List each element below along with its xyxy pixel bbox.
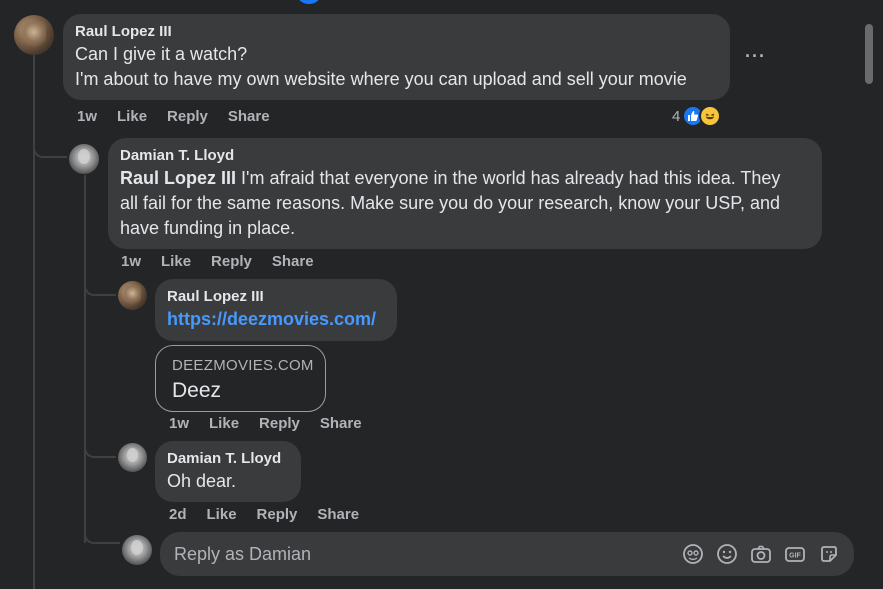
reply-button[interactable]: Reply [211, 253, 252, 270]
avatar[interactable] [118, 443, 147, 472]
share-button[interactable]: Share [272, 253, 314, 270]
comment-bubble: Damian T. Lloyd Oh dear. [155, 441, 301, 502]
reply-button[interactable]: Reply [167, 108, 208, 125]
comment-time[interactable]: 1w [77, 108, 97, 125]
comment-author[interactable]: Raul Lopez III [75, 22, 718, 42]
avatar[interactable] [69, 144, 99, 174]
comment-text: I'm afraid that everyone in the world ha… [236, 168, 781, 188]
comment-text-line: Raul Lopez III I'm afraid that everyone … [120, 166, 810, 191]
current-user-avatar[interactable] [122, 535, 152, 565]
comment-time[interactable]: 1w [169, 415, 189, 432]
scrollbar[interactable] [863, 0, 875, 589]
avatar[interactable] [14, 15, 54, 55]
reaction-summary[interactable]: 4 [672, 105, 722, 127]
comment-text-line: Can I give it a watch? [75, 44, 248, 64]
camera-icon[interactable] [750, 543, 772, 565]
reaction-count: 4 [672, 107, 681, 125]
comment-actions: 1w Like Reply Share [169, 415, 382, 432]
like-button[interactable]: Like [209, 415, 239, 432]
comment-text-line: have funding in place. [120, 218, 296, 238]
reply-button[interactable]: Reply [257, 506, 298, 523]
mention-link[interactable]: Raul Lopez III [120, 168, 236, 188]
scrollbar-thumb[interactable] [865, 24, 873, 84]
comment-author[interactable]: Raul Lopez III [167, 287, 385, 307]
thread-connector [84, 276, 116, 296]
gif-icon[interactable]: GIF [784, 543, 806, 565]
reply-button[interactable]: Reply [259, 415, 300, 432]
avatar[interactable] [118, 281, 147, 310]
comment-text-line: all fail for the same reasons. Make sure… [120, 193, 780, 213]
comment-bubble: Raul Lopez III Can I give it a watch? I'… [63, 14, 730, 100]
svg-text:GIF: GIF [789, 553, 801, 560]
comment-actions: 1w Like Reply Share [77, 108, 290, 125]
reply-input[interactable] [174, 543, 670, 565]
thread-connector [33, 130, 67, 158]
like-button[interactable]: Like [117, 108, 147, 125]
comment-link[interactable]: https://deezmovies.com/ [167, 307, 385, 332]
thread-line [84, 175, 86, 543]
share-button[interactable]: Share [320, 415, 362, 432]
share-button[interactable]: Share [228, 108, 270, 125]
comment-bubble: Damian T. Lloyd Raul Lopez III I'm afrai… [108, 138, 822, 249]
comment-actions: 1w Like Reply Share [121, 253, 334, 270]
link-preview-title: Deez [172, 379, 222, 402]
avatar-sticker-icon[interactable] [682, 543, 704, 565]
comment-bubble: Raul Lopez III https://deezmovies.com/ [155, 279, 397, 341]
comment-author[interactable]: Damian T. Lloyd [167, 449, 289, 469]
comment-text-line: I'm about to have my own website where y… [75, 69, 687, 89]
reply-composer: GIF [160, 532, 854, 576]
comment-thread: Raul Lopez III Can I give it a watch? I'… [0, 0, 883, 589]
thread-connector [84, 436, 116, 458]
thread-connector [84, 520, 120, 544]
comment-time[interactable]: 2d [169, 506, 187, 523]
comment-author[interactable]: Damian T. Lloyd [120, 146, 810, 166]
like-button[interactable]: Like [207, 506, 237, 523]
comment-time[interactable]: 1w [121, 253, 141, 270]
like-button[interactable]: Like [161, 253, 191, 270]
haha-reaction-icon [699, 105, 722, 127]
comment-text: Oh dear. [167, 471, 237, 491]
emoji-icon[interactable] [716, 543, 738, 565]
link-preview-card[interactable]: DEEZMOVIES.COM Deez [155, 345, 326, 412]
more-options-button[interactable]: ··· [745, 46, 766, 67]
share-button[interactable]: Share [317, 506, 359, 523]
sticker-icon[interactable] [818, 543, 840, 565]
link-preview-domain: DEEZMOVIES.COM [172, 357, 314, 374]
partial-reaction-icon [298, 0, 320, 4]
comment-actions: 2d Like Reply Share [169, 506, 379, 523]
